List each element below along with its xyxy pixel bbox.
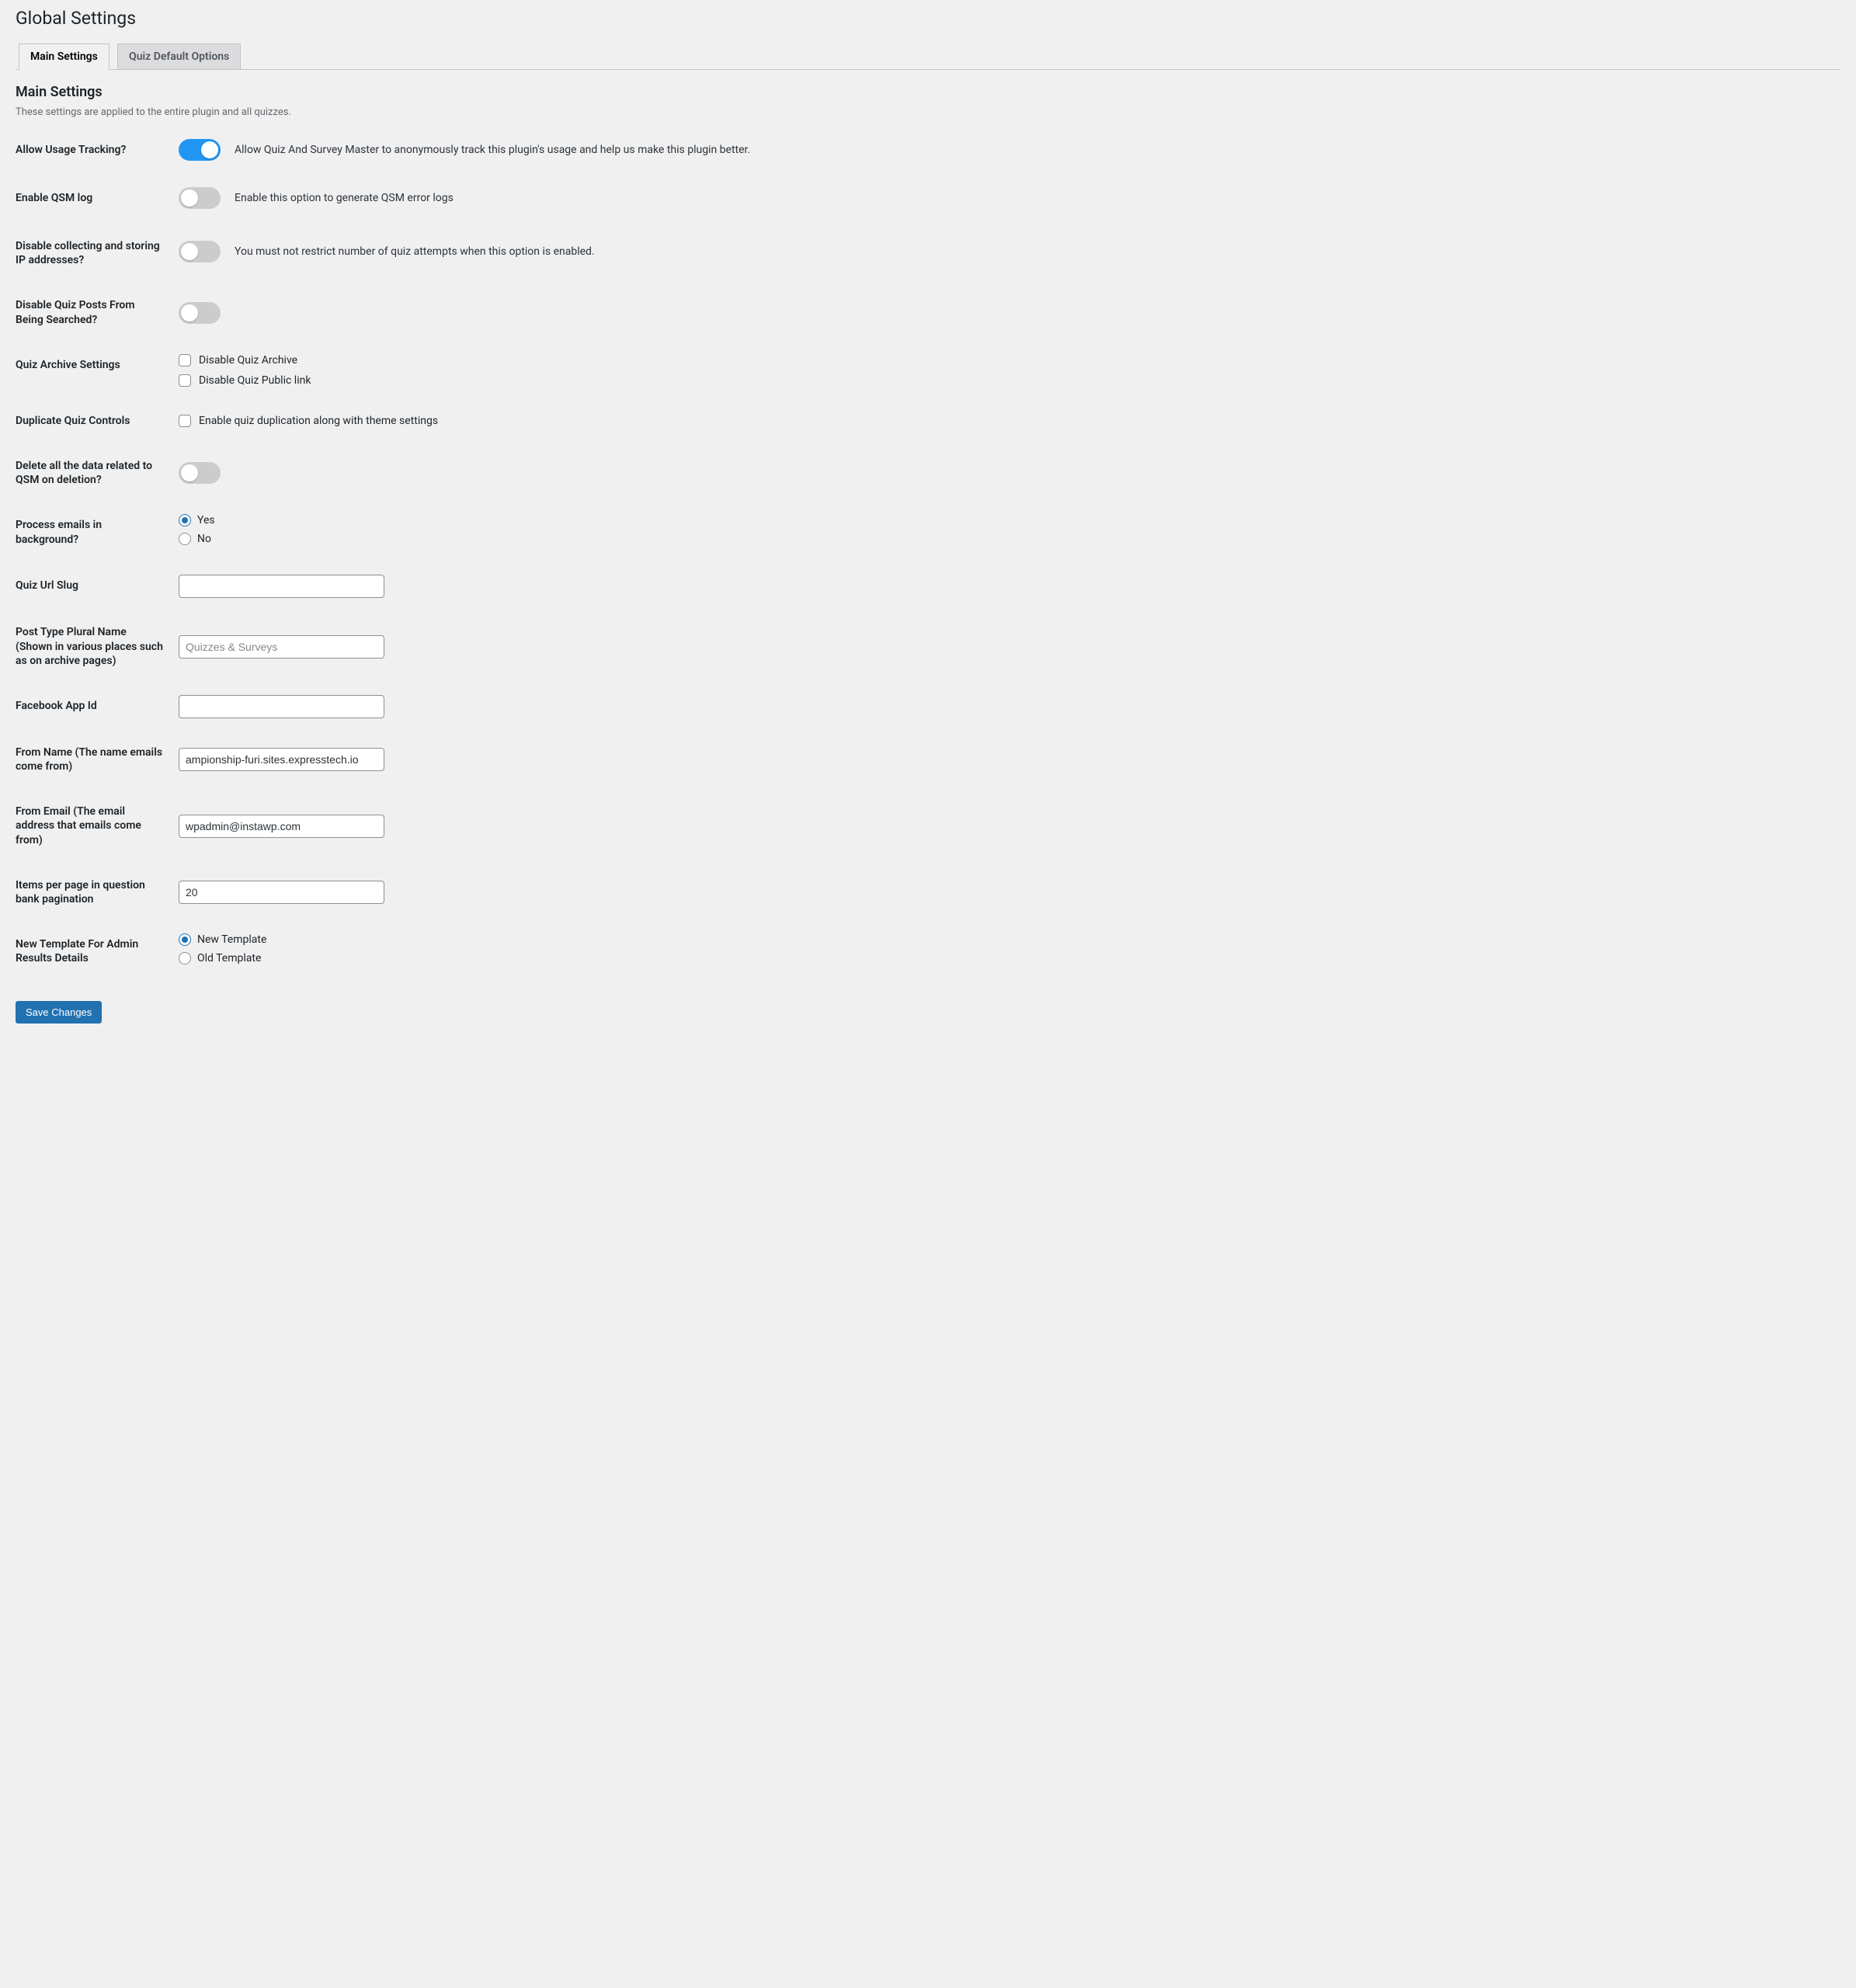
tab-quiz-default-options[interactable]: Quiz Default Options [117,43,241,69]
label-process-emails-bg: Process emails in background? [16,502,171,563]
toggle-allow-tracking[interactable] [179,139,221,161]
label-enable-qsm-log: Enable QSM log [16,176,171,224]
label-emails-yes[interactable]: Yes [197,514,215,527]
section-description: These settings are applied to the entire… [16,106,1840,118]
toggle-enable-qsm-log[interactable] [179,187,221,209]
label-from-email: From Email (The email address that email… [16,789,171,863]
label-from-name: From Name (The name emails come from) [16,730,171,789]
toggle-disable-search[interactable] [179,302,221,324]
label-allow-tracking: Allow Usage Tracking? [16,127,171,176]
label-quiz-url-slug: Quiz Url Slug [16,563,171,610]
save-button[interactable]: Save Changes [16,1001,102,1024]
radio-emails-no[interactable] [179,533,191,545]
label-duplicate-controls: Duplicate Quiz Controls [16,398,171,443]
tab-nav: Main Settings Quiz Default Options [16,43,1840,70]
desc-allow-tracking: Allow Quiz And Survey Master to anonymou… [235,144,750,156]
toggle-disable-ip[interactable] [179,241,221,262]
label-new-template[interactable]: New Template [197,933,266,946]
page-title: Global Settings [16,8,1840,29]
label-plural-name: Post Type Plural Name (Shown in various … [16,610,171,683]
label-emails-no[interactable]: No [197,533,211,545]
radio-new-template[interactable] [179,933,191,946]
label-enable-duplication-cb[interactable]: Enable quiz duplication along with theme… [199,415,438,427]
input-quiz-url-slug[interactable] [179,575,384,598]
label-old-template[interactable]: Old Template [197,952,261,964]
label-items-per-page: Items per page in question bank paginati… [16,863,171,922]
checkbox-disable-quiz-public-link[interactable] [179,374,191,387]
label-admin-results-template: New Template For Admin Results Details [16,922,171,982]
tab-main-settings[interactable]: Main Settings [19,43,109,70]
radio-old-template[interactable] [179,952,191,964]
checkbox-disable-quiz-archive[interactable] [179,354,191,367]
section-title: Main Settings [16,84,1840,100]
label-disable-search: Disable Quiz Posts From Being Searched? [16,283,171,342]
label-facebook-app-id: Facebook App Id [16,683,171,730]
radio-emails-yes[interactable] [179,514,191,527]
input-plural-name[interactable] [179,635,384,659]
input-from-name[interactable] [179,748,384,771]
label-quiz-archive: Quiz Archive Settings [16,342,171,398]
input-facebook-app-id[interactable] [179,695,384,718]
label-disable-quiz-archive-cb[interactable]: Disable Quiz Archive [199,354,297,367]
label-disable-ip: Disable collecting and storing IP addres… [16,224,171,283]
label-disable-quiz-public-link-cb[interactable]: Disable Quiz Public link [199,374,311,387]
label-delete-data: Delete all the data related to QSM on de… [16,443,171,502]
toggle-delete-data[interactable] [179,462,221,484]
desc-enable-qsm-log: Enable this option to generate QSM error… [235,192,454,204]
input-from-email[interactable] [179,815,384,838]
checkbox-enable-duplication[interactable] [179,415,191,427]
input-items-per-page[interactable] [179,881,384,904]
desc-disable-ip: You must not restrict number of quiz att… [235,245,595,258]
settings-table: Allow Usage Tracking? Allow Quiz And Sur… [16,127,1840,982]
